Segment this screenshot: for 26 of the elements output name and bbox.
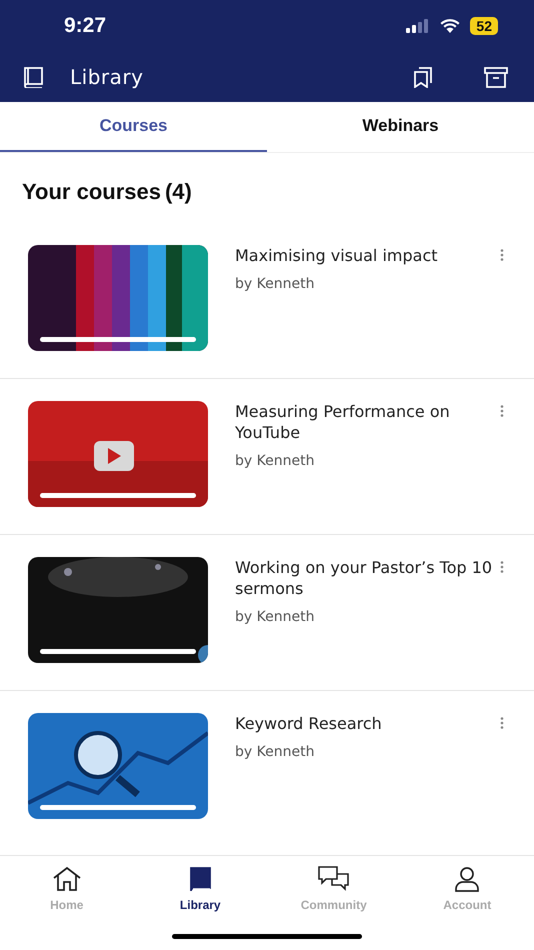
course-author: by Kenneth (235, 609, 316, 625)
wifi-icon (440, 19, 460, 33)
more-icon[interactable] (500, 249, 504, 261)
section-title: Your courses (22, 179, 161, 205)
home-icon (52, 866, 82, 892)
course-title[interactable]: Maximising visual impact (235, 245, 500, 266)
status-time: 9:27 (64, 14, 108, 38)
course-title[interactable]: Keyword Research (235, 713, 500, 734)
course-author: by Kenneth (235, 453, 316, 469)
course-author: by Kenneth (235, 744, 316, 760)
signal-icon (406, 19, 430, 33)
chat-icon (318, 866, 350, 892)
person-icon (454, 866, 480, 892)
more-icon[interactable] (500, 405, 504, 417)
course-title[interactable]: Measuring Performance on YouTube (235, 401, 500, 443)
course-count: (4) (164, 179, 192, 205)
course-author: by Kenneth (235, 276, 316, 292)
course-title[interactable]: Working on your Pastor’s Top 10 sermons (235, 557, 500, 599)
archive-icon[interactable] (484, 66, 508, 88)
more-icon[interactable] (500, 717, 504, 729)
bookmarks-icon[interactable] (412, 66, 434, 88)
header-title: Library (70, 65, 144, 89)
book-icon (188, 866, 212, 892)
more-icon[interactable] (500, 561, 504, 573)
battery-icon: 52 (470, 17, 498, 35)
book-icon (22, 66, 46, 88)
